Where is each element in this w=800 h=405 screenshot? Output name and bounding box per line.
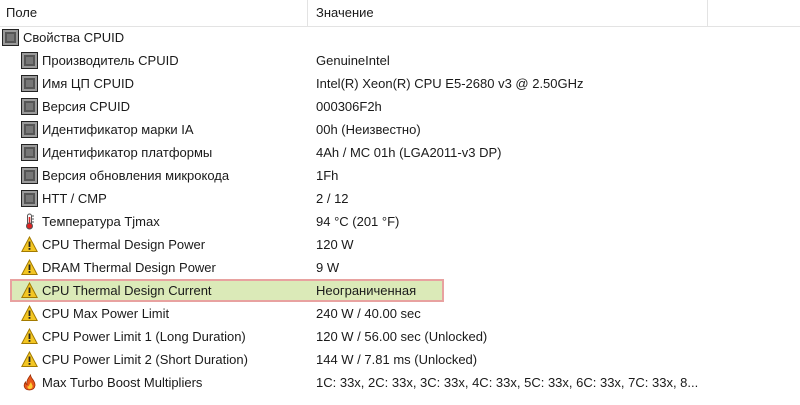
- property-value: 9 W: [316, 260, 340, 275]
- property-row[interactable]: HTT / CMP 2 / 12: [0, 187, 800, 210]
- warning-icon: [21, 305, 38, 321]
- property-row[interactable]: Идентификатор платформы 4Ah / MC 01h (LGA…: [0, 141, 800, 164]
- property-row[interactable]: CPU Max Power Limit 240 W / 40.00 sec: [0, 302, 800, 325]
- property-row[interactable]: Версия обновления микрокода 1Fh: [0, 164, 800, 187]
- property-row[interactable]: CPU Thermal Design Current Неограниченная: [0, 279, 800, 302]
- property-label: HTT / CMP: [42, 191, 107, 206]
- property-value: 4Ah / MC 01h (LGA2011-v3 DP): [316, 145, 502, 160]
- property-label: Идентификатор платформы: [42, 145, 213, 160]
- property-row[interactable]: Версия CPUID 000306F2h: [0, 95, 800, 118]
- section-row-cpuid[interactable]: Свойства CPUID: [0, 26, 800, 49]
- property-value: Intel(R) Xeon(R) CPU E5-2680 v3 @ 2.50GH…: [316, 76, 584, 91]
- chip-icon: [21, 98, 38, 115]
- property-value: 120 W / 56.00 sec (Unlocked): [316, 329, 488, 344]
- property-value: 240 W / 40.00 sec: [316, 306, 421, 321]
- property-row[interactable]: CPU Power Limit 1 (Long Duration) 120 W /…: [0, 325, 800, 348]
- property-label: CPU Power Limit 2 (Short Duration): [42, 352, 248, 367]
- property-row[interactable]: Температура Tjmax 94 °C (201 °F): [0, 210, 800, 233]
- property-list: Свойства CPUID Производитель CPUID Genuin…: [0, 26, 800, 394]
- property-label: CPU Thermal Design Current: [42, 283, 212, 298]
- chip-icon: [21, 167, 38, 184]
- property-value: 2 / 12: [316, 191, 349, 206]
- property-label: Max Turbo Boost Multipliers: [42, 375, 203, 390]
- property-label: Версия обновления микрокода: [42, 168, 230, 183]
- property-label: CPU Power Limit 1 (Long Duration): [42, 329, 246, 344]
- property-label: Идентификатор марки IA: [42, 122, 194, 137]
- chip-icon: [21, 190, 38, 207]
- property-label: DRAM Thermal Design Power: [42, 260, 216, 275]
- flame-icon: [23, 374, 36, 391]
- property-label: Производитель CPUID: [42, 53, 179, 68]
- property-row[interactable]: Идентификатор марки IA 00h (Неизвестно): [0, 118, 800, 141]
- warning-icon: [21, 351, 38, 367]
- property-row[interactable]: CPU Thermal Design Power 120 W: [0, 233, 800, 256]
- property-row[interactable]: Производитель CPUID GenuineIntel: [0, 49, 800, 72]
- property-label: Имя ЦП CPUID: [42, 76, 134, 91]
- property-value: 1C: 33x, 2C: 33x, 3C: 33x, 4C: 33x, 5C: …: [316, 375, 699, 390]
- chip-icon: [2, 29, 19, 46]
- section-label: Свойства CPUID: [23, 30, 125, 45]
- property-value: 000306F2h: [316, 99, 382, 114]
- property-row[interactable]: CPU Power Limit 2 (Short Duration) 144 W …: [0, 348, 800, 371]
- property-value: Неограниченная: [316, 283, 417, 298]
- property-row[interactable]: Max Turbo Boost Multipliers 1C: 33x, 2C: …: [0, 371, 800, 394]
- property-value: 144 W / 7.81 ms (Unlocked): [316, 352, 478, 367]
- warning-icon: [21, 259, 38, 275]
- column-header-value[interactable]: Значение: [308, 0, 708, 26]
- property-label: Версия CPUID: [42, 99, 130, 114]
- column-header: Поле Значение: [0, 0, 800, 27]
- thermometer-icon: [26, 213, 34, 230]
- chip-icon: [21, 144, 38, 161]
- property-value: 120 W: [316, 237, 354, 252]
- column-header-field[interactable]: Поле: [0, 0, 308, 26]
- property-row[interactable]: Имя ЦП CPUID Intel(R) Xeon(R) CPU E5-2680…: [0, 72, 800, 95]
- column-header-empty: [708, 0, 800, 26]
- property-value: GenuineIntel: [316, 53, 390, 68]
- property-value: 00h (Неизвестно): [316, 122, 421, 137]
- property-label: Температура Tjmax: [42, 214, 160, 229]
- chip-icon: [21, 121, 38, 138]
- property-row[interactable]: DRAM Thermal Design Power 9 W: [0, 256, 800, 279]
- chip-icon: [21, 75, 38, 92]
- property-label: CPU Thermal Design Power: [42, 237, 206, 252]
- chip-icon: [21, 52, 38, 69]
- warning-icon: [21, 328, 38, 344]
- property-label: CPU Max Power Limit: [42, 306, 170, 321]
- warning-icon: [21, 236, 38, 252]
- property-value: 94 °C (201 °F): [316, 214, 400, 229]
- warning-icon: [21, 282, 38, 298]
- property-value: 1Fh: [316, 168, 339, 183]
